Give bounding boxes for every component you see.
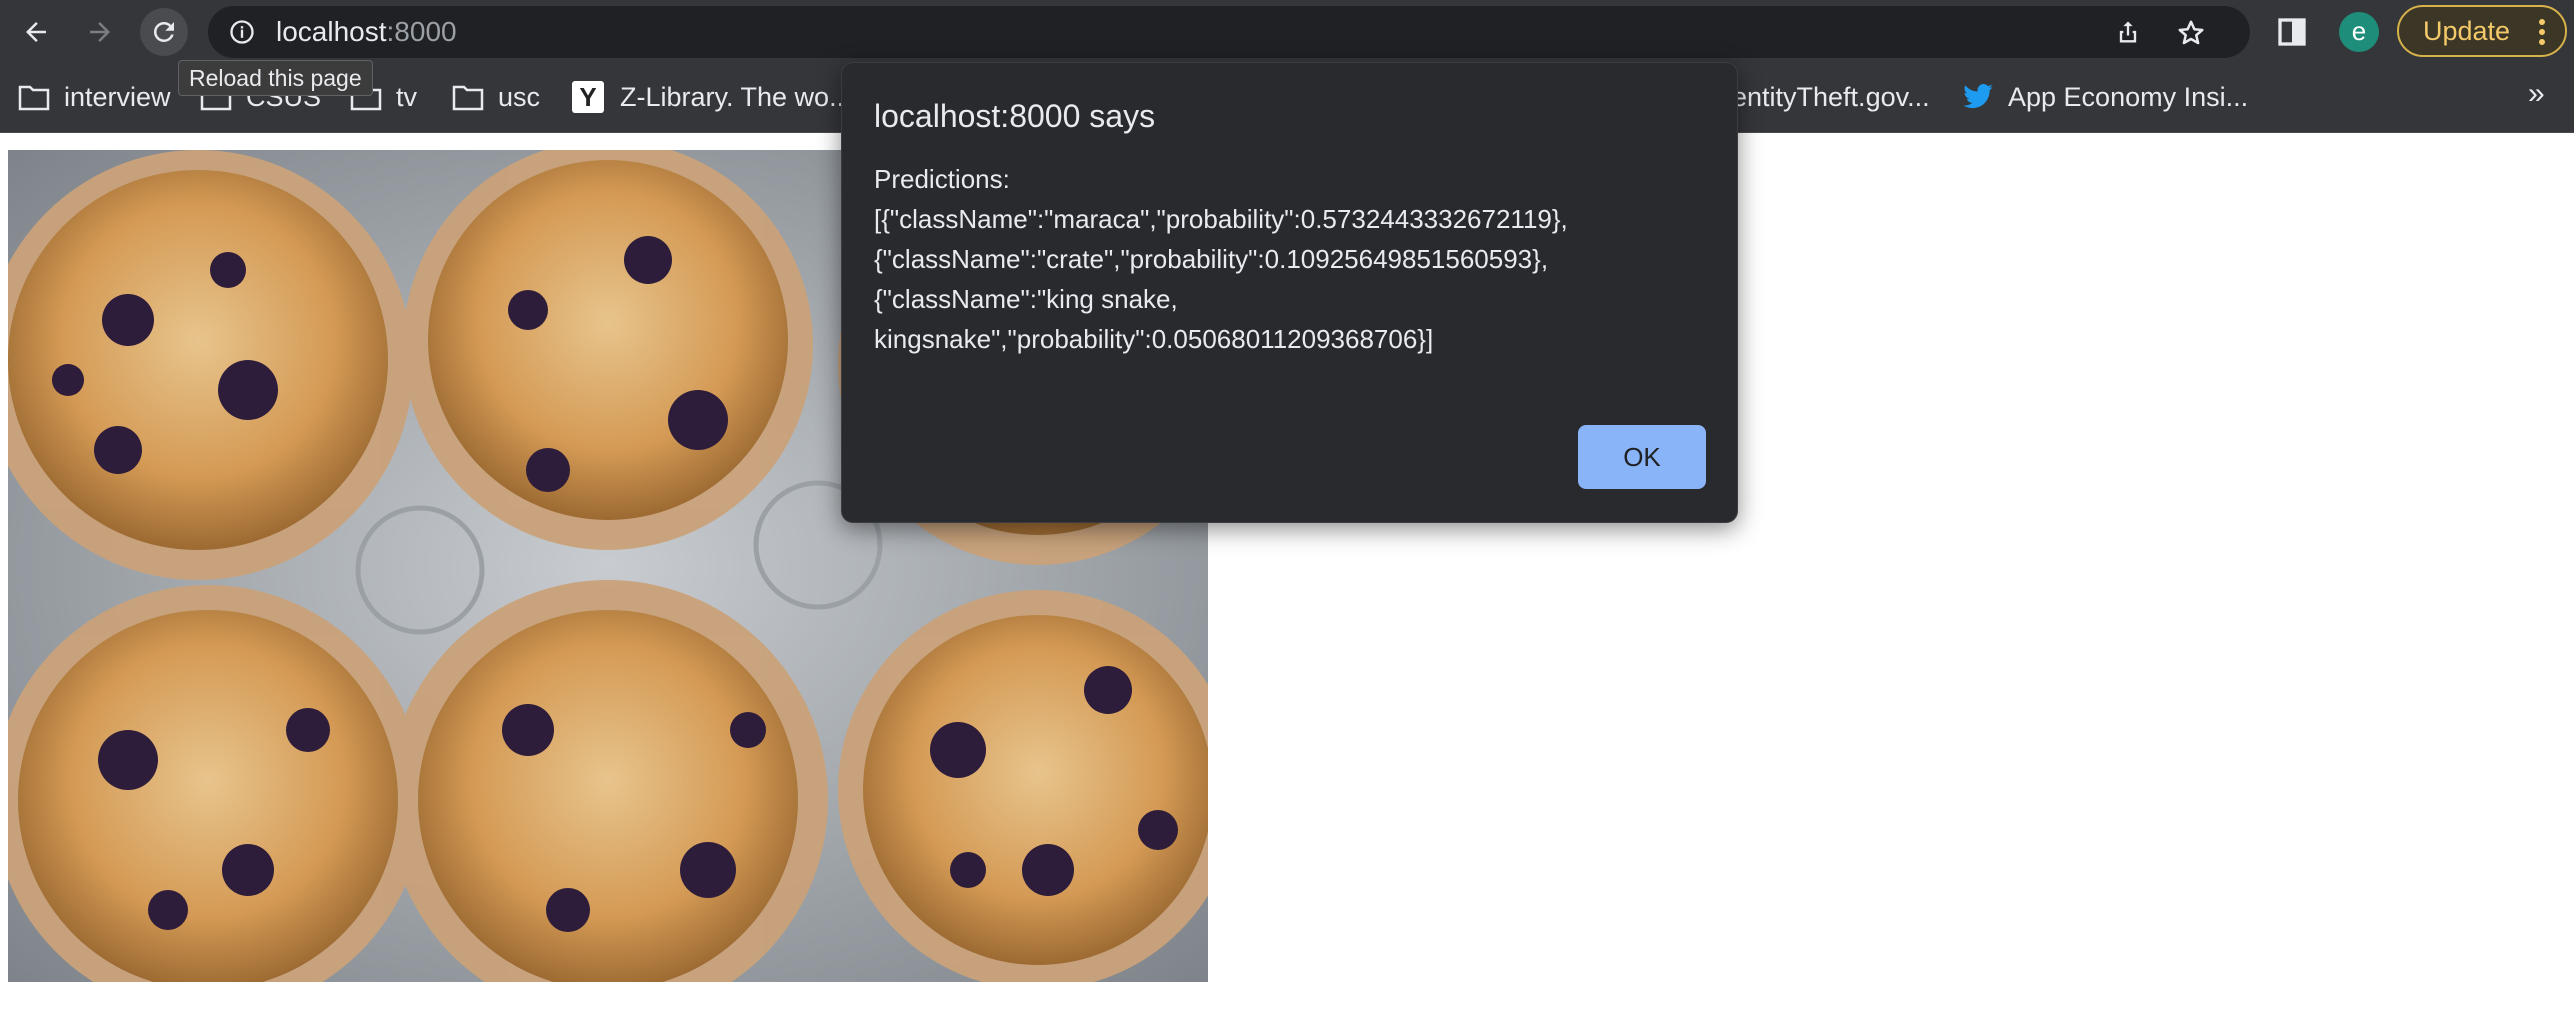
reload-icon	[153, 21, 174, 42]
side-panel-icon[interactable]	[2276, 16, 2308, 48]
bookmark-star-icon[interactable]	[2176, 18, 2206, 48]
forward-button[interactable]	[76, 8, 124, 56]
ok-button[interactable]: OK	[1578, 425, 1706, 489]
z-library-icon: Y	[572, 81, 604, 113]
arrow-right-icon	[90, 22, 110, 42]
bookmark-interview[interactable]: interview	[18, 77, 171, 117]
bookmark-label: entityTheft.gov...	[1732, 81, 1930, 112]
site-info-icon[interactable]	[228, 18, 256, 46]
alert-dialog: localhost:8000 says Predictions: [{"clas…	[841, 62, 1738, 523]
bookmark-identitytheft[interactable]: entityTheft.gov...	[1732, 77, 1930, 117]
bookmark-label: App Economy Insi...	[2008, 81, 2249, 112]
bookmark-label: usc	[498, 81, 541, 112]
bookmark-label: tv	[396, 81, 418, 112]
update-label: Update	[2423, 16, 2511, 46]
back-button[interactable]	[12, 8, 60, 56]
folder-icon	[18, 85, 50, 111]
bookmark-app-economy[interactable]: App Economy Insi...	[1962, 77, 2248, 117]
url-port: :8000	[386, 16, 457, 47]
twitter-icon	[1963, 84, 1993, 109]
folder-icon	[452, 85, 484, 111]
dialog-message: Predictions: [{"className":"maraca","pro…	[874, 164, 1568, 354]
share-icon[interactable]	[2114, 18, 2142, 46]
dialog-title: localhost:8000 says	[874, 98, 1156, 134]
bookmark-label: interview	[64, 81, 171, 112]
arrow-left-icon	[26, 22, 46, 42]
browser-toolbar: localhost:8000 e Update	[0, 0, 2574, 65]
bookmark-label: Z-Library. The wo...	[620, 81, 852, 112]
bookmarks-overflow-button[interactable]: »	[2528, 77, 2545, 111]
more-vertical-icon	[2539, 19, 2545, 45]
url-host: localhost	[276, 16, 387, 47]
url-text[interactable]: localhost:8000	[276, 16, 457, 48]
bookmark-usc[interactable]: usc	[452, 77, 540, 117]
reload-tooltip: Reload this page	[178, 60, 373, 96]
update-button[interactable]: Update	[2397, 5, 2567, 57]
reload-button[interactable]	[140, 8, 188, 56]
profile-avatar[interactable]: e	[2339, 12, 2379, 52]
bookmark-z-library[interactable]: Y Z-Library. The wo...	[572, 77, 852, 117]
address-bar[interactable]: localhost:8000	[208, 6, 2250, 58]
